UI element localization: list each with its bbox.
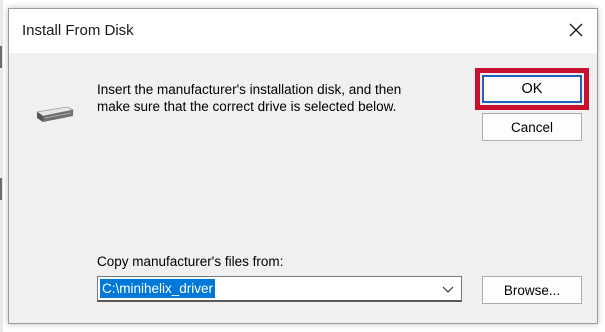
- close-icon: [569, 23, 583, 37]
- disk-drive-icon: [35, 106, 75, 122]
- screen: Install From Disk Insert the manufacture…: [0, 0, 605, 332]
- title-bar: Install From Disk: [9, 9, 597, 53]
- background-window-edge: [0, 0, 3, 332]
- background-window-mark: [0, 46, 2, 68]
- path-combobox[interactable]: C:\minihelix_driver: [97, 276, 462, 302]
- chevron-down-icon[interactable]: [441, 282, 455, 296]
- background-window-mark: [0, 178, 2, 200]
- close-button[interactable]: [561, 15, 591, 45]
- instructions-line: make sure that the correct drive is sele…: [97, 99, 397, 114]
- dialog-body: Insert the manufacturer's installation d…: [9, 53, 597, 323]
- instructions-line: Insert the manufacturer's installation d…: [97, 82, 402, 97]
- path-input[interactable]: C:\minihelix_driver: [100, 279, 216, 298]
- copy-from-label: Copy manufacturer's files from:: [97, 254, 284, 269]
- ok-button[interactable]: OK: [482, 75, 582, 103]
- cancel-button[interactable]: Cancel: [482, 113, 582, 141]
- instructions-text: Insert the manufacturer's installation d…: [97, 81, 457, 115]
- browse-button[interactable]: Browse...: [482, 276, 582, 304]
- dialog-title: Install From Disk: [22, 22, 134, 39]
- install-from-disk-dialog: Install From Disk Insert the manufacture…: [8, 8, 598, 324]
